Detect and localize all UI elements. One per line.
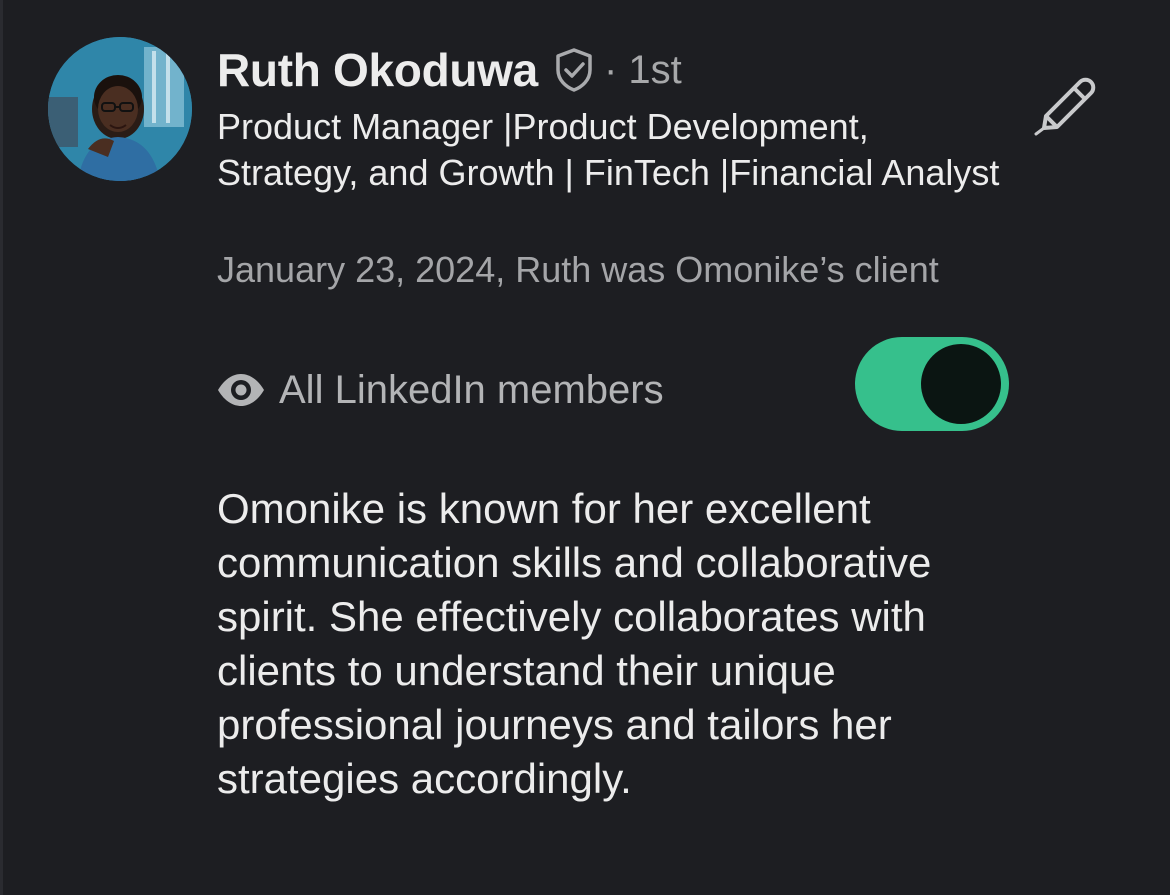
relationship-date: January 23, 2024, Ruth was Omonike’s cli… [217,249,939,290]
shield-check-icon [552,46,596,94]
visibility-setting: All LinkedIn members [215,362,664,418]
name-row: Ruth Okoduwa · 1st [217,42,682,98]
eye-icon [215,372,267,408]
avatar[interactable] [48,37,192,181]
recommendation-card: Ruth Okoduwa · 1st Product Manager |Prod… [0,0,1170,895]
card-edge [0,0,3,895]
profile-name[interactable]: Ruth Okoduwa [217,43,538,97]
visibility-label: All LinkedIn members [279,367,664,412]
avatar-photo [48,37,192,181]
toggle-knob[interactable] [921,344,1001,424]
recommendation-text: Omonike is known for her excellent commu… [217,485,932,802]
profile-headline: Product Manager |Product Development, St… [217,106,1000,193]
visibility-toggle[interactable] [855,337,1009,431]
pencil-icon[interactable] [1030,76,1100,142]
connection-degree: · 1st [603,47,682,92]
